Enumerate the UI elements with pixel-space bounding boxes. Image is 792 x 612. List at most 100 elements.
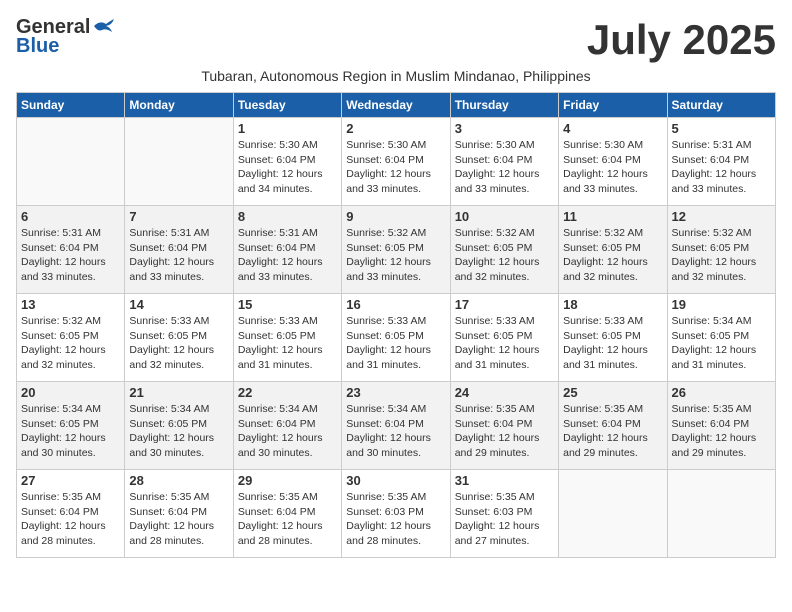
day-info: Sunrise: 5:35 AM Sunset: 6:04 PM Dayligh… (129, 490, 228, 549)
day-number: 3 (455, 121, 554, 136)
day-number: 31 (455, 473, 554, 488)
day-number: 8 (238, 209, 337, 224)
logo-blue: Blue (16, 35, 59, 58)
calendar-cell (125, 118, 233, 206)
day-number: 28 (129, 473, 228, 488)
day-info: Sunrise: 5:34 AM Sunset: 6:04 PM Dayligh… (346, 402, 445, 461)
day-number: 12 (672, 209, 771, 224)
weekday-header-sunday: Sunday (17, 93, 125, 118)
day-info: Sunrise: 5:32 AM Sunset: 6:05 PM Dayligh… (672, 226, 771, 285)
calendar-cell: 10Sunrise: 5:32 AM Sunset: 6:05 PM Dayli… (450, 206, 558, 294)
logo: General Blue (16, 16, 114, 58)
day-info: Sunrise: 5:35 AM Sunset: 6:04 PM Dayligh… (672, 402, 771, 461)
calendar-cell: 31 Sunrise: 5:35 AM Sunset: 6:03 PM Dayli… (450, 470, 558, 558)
calendar-cell: 22 Sunrise: 5:34 AM Sunset: 6:04 PM Dayli… (233, 382, 341, 470)
calendar-cell: 4 Sunrise: 5:30 AM Sunset: 6:04 PM Daylig… (559, 118, 667, 206)
calendar-week-2: 6Sunrise: 5:31 AM Sunset: 6:04 PM Daylig… (17, 206, 776, 294)
day-info: Sunrise: 5:31 AM Sunset: 6:04 PM Dayligh… (238, 226, 337, 285)
day-info: Sunrise: 5:32 AM Sunset: 6:05 PM Dayligh… (21, 314, 120, 373)
day-info: Sunrise: 5:31 AM Sunset: 6:04 PM Dayligh… (129, 226, 228, 285)
day-info: Sunrise: 5:35 AM Sunset: 6:03 PM Dayligh… (455, 490, 554, 549)
calendar-cell: 5Sunrise: 5:31 AM Sunset: 6:04 PM Daylig… (667, 118, 775, 206)
day-info: Sunrise: 5:34 AM Sunset: 6:04 PM Dayligh… (238, 402, 337, 461)
calendar-cell (17, 118, 125, 206)
calendar-cell: 24Sunrise: 5:35 AM Sunset: 6:04 PM Dayli… (450, 382, 558, 470)
calendar-week-3: 13 Sunrise: 5:32 AM Sunset: 6:05 PM Dayli… (17, 294, 776, 382)
day-info: Sunrise: 5:30 AM Sunset: 6:04 PM Dayligh… (455, 138, 554, 197)
calendar-cell: 12 Sunrise: 5:32 AM Sunset: 6:05 PM Dayli… (667, 206, 775, 294)
calendar-cell: 14 Sunrise: 5:33 AM Sunset: 6:05 PM Dayli… (125, 294, 233, 382)
day-number: 17 (455, 297, 554, 312)
day-info: Sunrise: 5:34 AM Sunset: 6:05 PM Dayligh… (129, 402, 228, 461)
day-number: 9 (346, 209, 445, 224)
calendar-week-1: 1 Sunrise: 5:30 AM Sunset: 6:04 PM Daylig… (17, 118, 776, 206)
day-number: 15 (238, 297, 337, 312)
subtitle: Tubaran, Autonomous Region in Muslim Min… (16, 68, 776, 84)
day-info: Sunrise: 5:33 AM Sunset: 6:05 PM Dayligh… (455, 314, 554, 373)
day-number: 13 (21, 297, 120, 312)
day-number: 26 (672, 385, 771, 400)
weekday-header-wednesday: Wednesday (342, 93, 450, 118)
day-number: 7 (129, 209, 228, 224)
calendar-cell: 2 Sunrise: 5:30 AM Sunset: 6:04 PM Daylig… (342, 118, 450, 206)
calendar-week-4: 20 Sunrise: 5:34 AM Sunset: 6:05 PM Dayli… (17, 382, 776, 470)
header: General Blue July 2025 (16, 16, 776, 64)
calendar-cell: 1Sunrise: 5:30 AM Sunset: 6:04 PM Daylig… (233, 118, 341, 206)
calendar-cell: 21 Sunrise: 5:34 AM Sunset: 6:05 PM Dayli… (125, 382, 233, 470)
calendar-cell: 23 Sunrise: 5:34 AM Sunset: 6:04 PM Dayli… (342, 382, 450, 470)
day-info: Sunrise: 5:31 AM Sunset: 6:04 PM Dayligh… (21, 226, 120, 285)
calendar-cell: 16 Sunrise: 5:33 AM Sunset: 6:05 PM Dayli… (342, 294, 450, 382)
calendar-cell: 30Sunrise: 5:35 AM Sunset: 6:03 PM Dayli… (342, 470, 450, 558)
calendar-cell: 8 Sunrise: 5:31 AM Sunset: 6:04 PM Daylig… (233, 206, 341, 294)
day-info: Sunrise: 5:32 AM Sunset: 6:05 PM Dayligh… (346, 226, 445, 285)
calendar-body: 1 Sunrise: 5:30 AM Sunset: 6:04 PM Daylig… (17, 118, 776, 558)
day-number: 18 (563, 297, 662, 312)
calendar-cell (559, 470, 667, 558)
calendar-cell: 17 Sunrise: 5:33 AM Sunset: 6:05 PM Dayli… (450, 294, 558, 382)
day-number: 16 (346, 297, 445, 312)
day-number: 4 (563, 121, 662, 136)
day-number: 29 (238, 473, 337, 488)
calendar-cell: 3 Sunrise: 5:30 AM Sunset: 6:04 PM Daylig… (450, 118, 558, 206)
day-number: 22 (238, 385, 337, 400)
calendar-week-5: 27 Sunrise: 5:35 AM Sunset: 6:04 PM Dayli… (17, 470, 776, 558)
day-info: Sunrise: 5:30 AM Sunset: 6:04 PM Dayligh… (346, 138, 445, 197)
day-info: Sunrise: 5:32 AM Sunset: 6:05 PM Dayligh… (455, 226, 554, 285)
calendar-cell: 15 Sunrise: 5:33 AM Sunset: 6:05 PM Dayli… (233, 294, 341, 382)
day-number: 27 (21, 473, 120, 488)
calendar-cell: 25Sunrise: 5:35 AM Sunset: 6:04 PM Dayli… (559, 382, 667, 470)
calendar-cell: 9 Sunrise: 5:32 AM Sunset: 6:05 PM Daylig… (342, 206, 450, 294)
calendar-table: SundayMondayTuesdayWednesdayThursdayFrid… (16, 92, 776, 558)
day-info: Sunrise: 5:32 AM Sunset: 6:05 PM Dayligh… (563, 226, 662, 285)
weekday-header-friday: Friday (559, 93, 667, 118)
day-info: Sunrise: 5:33 AM Sunset: 6:05 PM Dayligh… (129, 314, 228, 373)
day-number: 2 (346, 121, 445, 136)
calendar-cell (667, 470, 775, 558)
day-number: 20 (21, 385, 120, 400)
day-number: 23 (346, 385, 445, 400)
day-info: Sunrise: 5:33 AM Sunset: 6:05 PM Dayligh… (238, 314, 337, 373)
day-info: Sunrise: 5:35 AM Sunset: 6:04 PM Dayligh… (238, 490, 337, 549)
calendar-cell: 29 Sunrise: 5:35 AM Sunset: 6:04 PM Dayli… (233, 470, 341, 558)
day-info: Sunrise: 5:34 AM Sunset: 6:05 PM Dayligh… (21, 402, 120, 461)
day-number: 11 (563, 209, 662, 224)
calendar-cell: 11 Sunrise: 5:32 AM Sunset: 6:05 PM Dayli… (559, 206, 667, 294)
day-info: Sunrise: 5:35 AM Sunset: 6:04 PM Dayligh… (455, 402, 554, 461)
calendar-cell: 27Sunrise: 5:35 AM Sunset: 6:04 PM Dayli… (17, 470, 125, 558)
day-number: 21 (129, 385, 228, 400)
calendar-cell: 19Sunrise: 5:34 AM Sunset: 6:05 PM Dayli… (667, 294, 775, 382)
calendar-cell: 13 Sunrise: 5:32 AM Sunset: 6:05 PM Dayli… (17, 294, 125, 382)
calendar-cell: 26 Sunrise: 5:35 AM Sunset: 6:04 PM Dayli… (667, 382, 775, 470)
day-number: 30 (346, 473, 445, 488)
day-number: 1 (238, 121, 337, 136)
day-number: 14 (129, 297, 228, 312)
month-title: July 2025 (587, 16, 776, 64)
day-number: 25 (563, 385, 662, 400)
calendar-cell: 6Sunrise: 5:31 AM Sunset: 6:04 PM Daylig… (17, 206, 125, 294)
day-info: Sunrise: 5:33 AM Sunset: 6:05 PM Dayligh… (346, 314, 445, 373)
calendar-cell: 28 Sunrise: 5:35 AM Sunset: 6:04 PM Dayli… (125, 470, 233, 558)
weekday-header-thursday: Thursday (450, 93, 558, 118)
day-info: Sunrise: 5:30 AM Sunset: 6:04 PM Dayligh… (563, 138, 662, 197)
weekday-header-monday: Monday (125, 93, 233, 118)
logo-bird-icon (92, 18, 114, 34)
